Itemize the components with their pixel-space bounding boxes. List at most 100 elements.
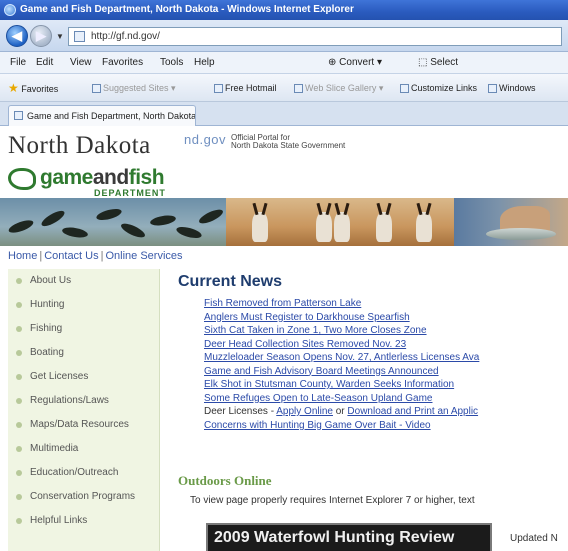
portal-line-2: North Dakota State Government <box>231 141 346 150</box>
menu-help[interactable]: Help <box>194 52 215 74</box>
sidebar-item-multimedia[interactable]: Multimedia <box>8 437 159 461</box>
sidebar-item-helpful-links[interactable]: Helpful Links <box>8 509 159 533</box>
news-item[interactable]: Game and Fish Advisory Board Meetings An… <box>204 365 568 379</box>
page-icon <box>14 111 23 120</box>
web-slice-gallery-label: Web Slice Gallery <box>305 83 377 93</box>
history-dropdown-icon[interactable]: ▼ <box>56 32 64 41</box>
news-item[interactable]: Sixth Cat Taken in Zone 1, Two More Clos… <box>204 324 568 338</box>
menu-view[interactable]: View <box>70 52 92 74</box>
header-banner-photo <box>0 198 568 246</box>
sidebar-nav: About Us Hunting Fishing Boating Get Lic… <box>8 269 160 551</box>
web-page: North Dakota nd.gov Official Portal for … <box>0 126 568 551</box>
waterfowl-video-thumbnail[interactable]: 2009 Waterfowl Hunting Review <box>206 523 492 551</box>
page-icon <box>400 84 409 94</box>
antelope-photo <box>226 198 454 246</box>
favorites-button[interactable]: ★ Favorites <box>8 74 58 103</box>
menu-tools[interactable]: Tools <box>160 52 183 74</box>
news-item-deer-licenses: Deer Licenses - Apply Online or Download… <box>204 405 568 419</box>
logo-and: and <box>92 166 129 189</box>
tab-bar: Game and Fish Department, North Dakota <box>0 102 568 126</box>
windows-label: Windows <box>499 83 536 93</box>
menu-file[interactable]: File <box>10 52 26 74</box>
news-list: Fish Removed from Patterson Lake Anglers… <box>204 297 568 432</box>
nav-online-services-link[interactable]: Online Services <box>105 250 182 262</box>
page-icon <box>92 84 101 94</box>
download-application-link[interactable]: Download and Print an Applic <box>347 406 478 417</box>
sidebar-item-maps-data[interactable]: Maps/Data Resources <box>8 413 159 437</box>
news-item[interactable]: Muzzleloader Season Opens Nov. 27, Antle… <box>204 351 568 365</box>
top-navigation: Home | Contact Us | Online Services <box>8 250 183 262</box>
updated-label: Updated N <box>510 533 558 544</box>
sidebar-item-regulations[interactable]: Regulations/Laws <box>8 389 159 413</box>
logo-game: game <box>40 166 93 189</box>
menu-bar: File Edit View Favorites Tools Help ⊕ Co… <box>0 52 568 74</box>
state-title: North Dakota <box>8 132 151 159</box>
sidebar-item-hunting[interactable]: Hunting <box>8 293 159 317</box>
convert-button[interactable]: ⊕ Convert ▾ <box>328 52 382 74</box>
main-content: Current News Fish Removed from Patterson… <box>178 269 568 551</box>
web-slice-gallery-link[interactable]: Web Slice Gallery ▾ <box>294 74 383 102</box>
back-button[interactable]: ◀ <box>6 25 28 47</box>
sidebar-item-about-us[interactable]: About Us <box>8 269 159 293</box>
customize-links-label: Customize Links <box>411 83 478 93</box>
free-hotmail-label: Free Hotmail <box>225 83 277 93</box>
page-icon <box>488 84 497 94</box>
page-icon <box>214 84 223 94</box>
nav-contact-link[interactable]: Contact Us <box>44 250 98 262</box>
news-item[interactable]: Concerns with Hunting Big Game Over Bait… <box>204 419 568 433</box>
favorites-star-icon: ★ <box>8 81 19 95</box>
news-item[interactable]: Deer Head Collection Sites Removed Nov. … <box>204 338 568 352</box>
apply-online-link[interactable]: Apply Online <box>276 406 333 417</box>
forward-button[interactable]: ▶ <box>30 25 52 47</box>
sidebar-item-conservation[interactable]: Conservation Programs <box>8 485 159 509</box>
sidebar-item-education[interactable]: Education/Outreach <box>8 461 159 485</box>
page-icon <box>294 84 303 94</box>
select-button[interactable]: ⬚ Select <box>418 52 458 74</box>
nd-gov-logo[interactable]: nd.gov <box>184 132 226 147</box>
tab-game-and-fish[interactable]: Game and Fish Department, North Dakota <box>8 105 196 126</box>
deer-or-text: or <box>332 406 348 417</box>
geese-photo <box>0 198 226 246</box>
address-url: http://gf.nd.gov/ <box>91 31 160 42</box>
sidebar-item-get-licenses[interactable]: Get Licenses <box>8 365 159 389</box>
news-item[interactable]: Some Refuges Open to Late-Season Upland … <box>204 392 568 406</box>
address-input[interactable]: http://gf.nd.gov/ <box>68 27 562 46</box>
page-icon <box>74 31 85 42</box>
ie-logo-icon <box>4 4 16 16</box>
logo-fish: fish <box>128 166 165 189</box>
favorites-label: Favorites <box>21 84 59 94</box>
menu-edit[interactable]: Edit <box>36 52 53 74</box>
tab-label: Game and Fish Department, North Dakota <box>27 111 196 121</box>
window-title: Game and Fish Department, North Dakota -… <box>20 4 354 15</box>
outdoors-online-heading: Outdoors Online <box>178 473 272 488</box>
suggested-sites-link[interactable]: Suggested Sites ▾ <box>92 74 176 102</box>
select-icon: ⬚ <box>418 57 428 68</box>
nav-separator: | <box>100 250 104 262</box>
current-news-heading: Current News <box>178 273 283 290</box>
portal-tagline: Official Portal for North Dakota State G… <box>231 134 345 150</box>
window-titlebar: Game and Fish Department, North Dakota -… <box>0 0 568 20</box>
nav-separator: | <box>39 250 43 262</box>
customize-links-link[interactable]: Customize Links <box>400 74 477 102</box>
address-bar-area: ◀ ▶ ▼ http://gf.nd.gov/ <box>0 20 568 52</box>
convert-icon: ⊕ <box>328 57 337 68</box>
video-title: 2009 Waterfowl Hunting Review <box>214 529 455 546</box>
windows-link[interactable]: Windows <box>488 74 536 102</box>
nav-home-link[interactable]: Home <box>8 250 37 262</box>
bird-logo-icon <box>8 168 36 190</box>
convert-label: Convert <box>339 57 375 68</box>
logo-department: DEPARTMENT <box>94 188 166 198</box>
favorites-bar: ★ Favorites Suggested Sites ▾ Free Hotma… <box>0 74 568 102</box>
sidebar-item-boating[interactable]: Boating <box>8 341 159 365</box>
free-hotmail-link[interactable]: Free Hotmail <box>214 74 277 102</box>
browser-requirement-note: To view page properly requires Internet … <box>190 495 475 506</box>
news-item[interactable]: Elk Shot in Stutsman County, Warden Seek… <box>204 378 568 392</box>
select-label: Select <box>430 57 459 68</box>
suggested-sites-label: Suggested Sites <box>103 83 169 93</box>
news-item[interactable]: Anglers Must Register to Darkhouse Spear… <box>204 311 568 325</box>
logo-wordmark: gameandfish <box>40 166 165 190</box>
menu-favorites[interactable]: Favorites <box>102 52 143 74</box>
deer-licenses-text: Deer Licenses - <box>204 406 277 417</box>
news-item[interactable]: Fish Removed from Patterson Lake <box>204 297 568 311</box>
sidebar-item-fishing[interactable]: Fishing <box>8 317 159 341</box>
